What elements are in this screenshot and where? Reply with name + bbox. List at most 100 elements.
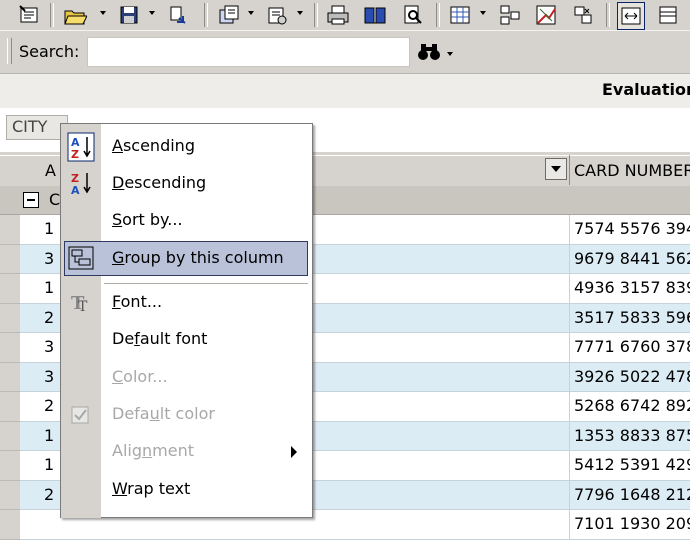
cell-divider [569,244,570,274]
collapse-group-icon[interactable] [23,192,39,208]
row-selector[interactable] [0,303,20,333]
menu-item-label-post: ment [152,441,194,460]
open-folder-icon[interactable] [62,2,88,28]
cell-a[interactable]: 3 [44,337,54,356]
new-document-icon[interactable] [216,2,242,28]
cell-divider [569,451,570,481]
cell-divider [569,215,570,245]
print-icon[interactable] [325,2,351,28]
cell-a[interactable]: 2 [44,485,54,504]
cell-card-number[interactable]: 7574 5576 394 [574,219,690,238]
menu-item-label-post: ont... [120,292,163,311]
cell-a[interactable]: 1 [44,278,54,297]
group-tag-label: CITY [12,117,48,136]
settings-icon[interactable] [264,2,290,28]
menu-item-label-pre: De [112,329,135,348]
menu-item-label-post: escending [124,173,207,192]
properties-icon[interactable] [16,2,42,28]
chart-icon[interactable] [533,2,559,28]
menu-item-label-post: ault font [139,329,208,348]
cell-divider [569,392,570,422]
submenu-arrow-icon [291,446,297,458]
filter-icon[interactable] [570,2,596,28]
menu-item-label-post: rap text [127,479,191,498]
cell-card-number[interactable]: 7101 1930 209 [574,514,690,533]
menu-item-accelerator: C [112,367,124,386]
layout-icon[interactable] [497,2,523,28]
binoculars-icon[interactable] [417,41,457,67]
column-divider[interactable] [569,155,570,185]
report-title: Evaluation [602,80,690,99]
cell-card-number[interactable]: 3517 5833 596 [574,308,690,327]
font-icon: TT [66,288,96,318]
cell-a[interactable]: 3 [44,249,54,268]
check-icon [66,400,96,430]
print-preview-icon[interactable] [400,2,426,28]
menu-item-default-font[interactable]: Default font [112,329,207,348]
menu-item-sort-by[interactable]: Sort by... [112,210,182,229]
toolbar-grip[interactable] [7,38,12,64]
cell-divider [569,274,570,304]
svg-text:A: A [71,184,80,197]
column-header-a[interactable]: A [45,161,56,180]
row-selector[interactable] [0,392,20,422]
cell-card-number[interactable]: 7771 6760 378 [574,337,690,356]
row-selector[interactable] [0,362,20,392]
menu-item-descending[interactable]: Descending [112,173,206,192]
table-view-icon[interactable] [447,2,473,28]
row-selector[interactable] [0,244,20,274]
cell-card-number[interactable]: 5268 6742 892 [574,396,690,415]
row-selector[interactable] [0,333,20,363]
row-selector[interactable] [0,274,20,304]
report-header [0,74,690,108]
menu-item-font[interactable]: Font... [112,292,162,311]
menu-separator [104,283,308,284]
cell-a[interactable]: 2 [44,396,54,415]
cell-card-number[interactable]: 1353 8833 875 [574,426,690,445]
cell-a[interactable]: 1 [44,426,54,445]
menu-item-accelerator: W [112,479,128,498]
cell-a[interactable]: 3 [44,367,54,386]
book-icon[interactable] [362,2,388,28]
search-label: Search: [19,42,80,61]
menu-item-ascending[interactable]: Ascending [112,136,195,155]
cell-divider [569,510,570,540]
cell-a[interactable]: 2 [44,308,54,327]
menu-item-label-post: lt color [159,404,215,423]
group-row-label: C [49,190,61,209]
fit-width-icon[interactable] [617,2,645,30]
cell-card-number[interactable]: 3926 5022 478 [574,367,690,386]
search-input[interactable] [87,37,410,67]
cell-a[interactable]: 1 [44,455,54,474]
menu-item-default-color[interactable]: Default color [112,404,215,423]
row-selector[interactable] [0,421,20,451]
column-header-card-number[interactable]: CARD NUMBER [574,161,690,180]
menu-item-label-pre: Defa [112,404,150,423]
row-selector[interactable] [0,451,20,481]
export-icon[interactable] [165,2,191,28]
menu-item-accelerator: F [112,292,121,311]
menu-item-label-pre: Alig [112,441,142,460]
menu-item-label-post: olor... [123,367,168,386]
menu-item-label-post: roup by this column [124,248,284,267]
menu-item-group-by[interactable]: Group by this column [112,248,284,267]
menu-item-accelerator: D [112,173,125,192]
menu-item-wrap-text[interactable]: Wrap text [112,479,190,498]
save-icon[interactable] [116,2,142,28]
row-selector[interactable] [0,510,20,540]
cell-divider [569,333,570,363]
cell-card-number[interactable]: 9679 8441 562 [574,249,690,268]
cell-card-number[interactable]: 7796 1648 212 [574,485,690,504]
column-filter-dropdown[interactable] [545,158,567,180]
row-selector[interactable] [0,215,20,245]
menu-item-alignment[interactable]: Alignment [112,441,194,460]
row-selector[interactable] [0,480,20,510]
cell-card-number[interactable]: 5412 5391 429 [574,455,690,474]
menu-item-color[interactable]: Color... [112,367,168,386]
column-icon[interactable] [655,2,681,28]
sort-ascending-icon: AZ [66,132,96,162]
cell-divider [569,421,570,451]
cell-a[interactable]: 1 [44,219,54,238]
menu-item-accelerator: n [142,441,153,460]
cell-card-number[interactable]: 4936 3157 839 [574,278,690,297]
